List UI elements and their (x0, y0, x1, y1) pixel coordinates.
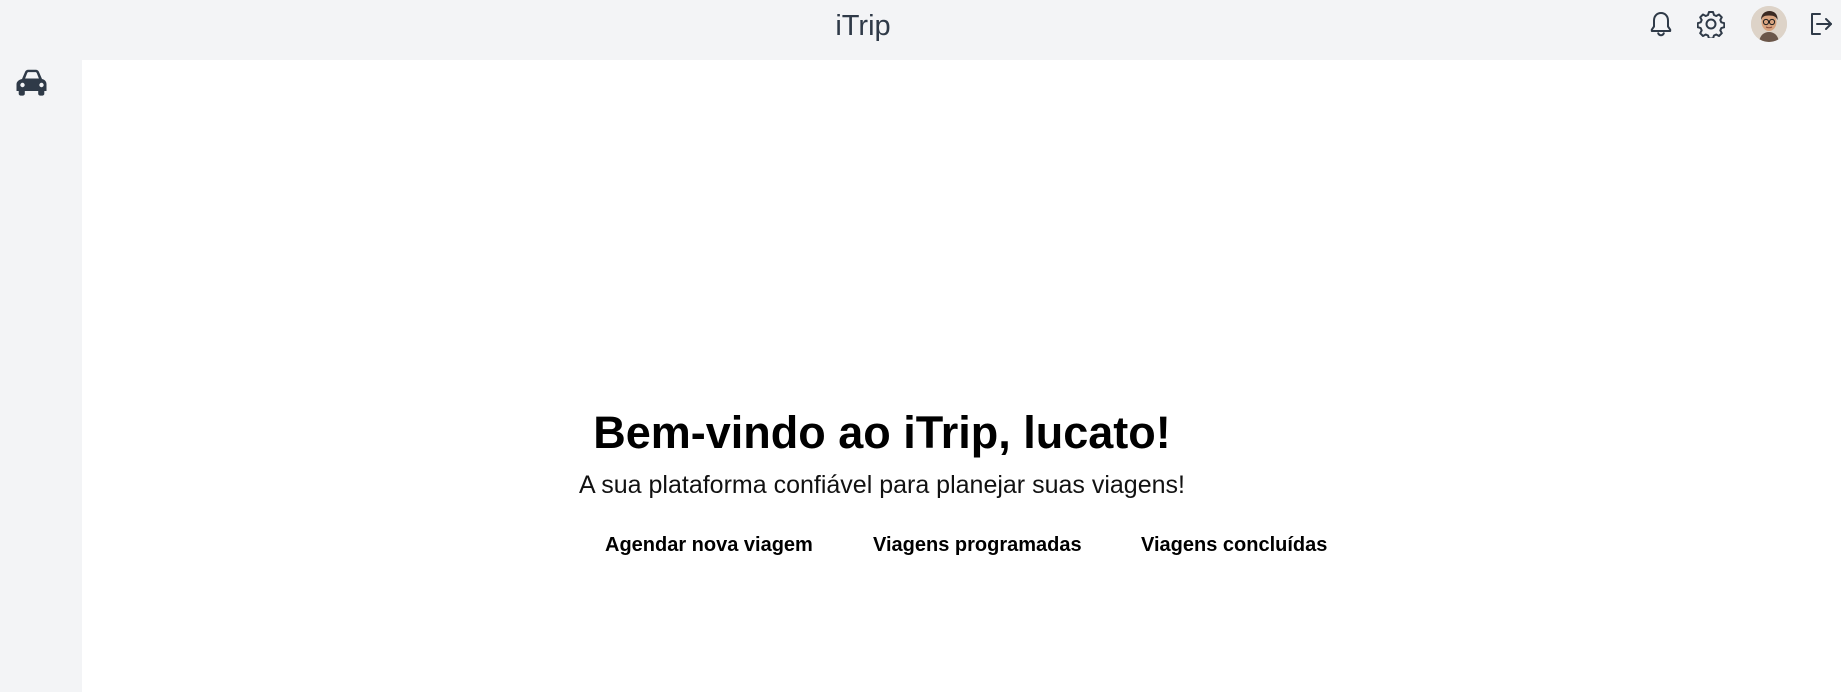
sidebar (0, 60, 82, 692)
logout-icon[interactable] (1803, 6, 1837, 42)
quick-actions: Agendar nova viagem Viagens programadas … (82, 530, 1682, 560)
top-bar: iTrip (0, 0, 1841, 60)
bell-icon[interactable] (1644, 6, 1678, 42)
scheduled-trips-button[interactable]: Viagens programadas (873, 530, 1082, 560)
welcome-subtitle: A sua plataforma confiável para planejar… (579, 471, 1185, 499)
welcome-heading: Bem-vindo ao iTrip, lucato! (593, 407, 1171, 458)
car-icon[interactable] (14, 65, 50, 99)
avatar[interactable] (1751, 6, 1787, 42)
gear-icon[interactable] (1694, 6, 1728, 42)
main-content: Bem-vindo ao iTrip, lucato! A sua plataf… (82, 60, 1841, 692)
schedule-trip-button[interactable]: Agendar nova viagem (605, 530, 813, 560)
completed-trips-button[interactable]: Viagens concluídas (1141, 530, 1327, 560)
app-title: iTrip (835, 10, 891, 42)
